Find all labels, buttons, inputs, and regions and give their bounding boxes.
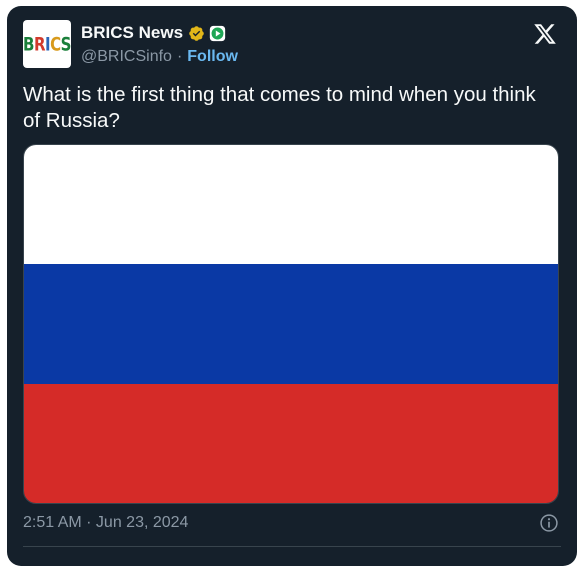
verified-badge-icon[interactable]: [188, 25, 205, 42]
flag-stripe-red: [24, 383, 558, 503]
avatar[interactable]: BRICS: [23, 20, 71, 68]
display-name-row: BRICS News: [81, 22, 238, 44]
tweet-media-russia-flag[interactable]: [23, 144, 559, 504]
info-icon[interactable]: [539, 513, 559, 533]
affiliate-badge-icon[interactable]: [209, 25, 226, 42]
tweet-header: BRICS BRICS News @BRICSinfo · Follow: [23, 20, 563, 70]
tweet-timestamp[interactable]: 2:51 AM · Jun 23, 2024: [23, 512, 188, 534]
separator: ·: [176, 48, 183, 65]
handle-row: @BRICSinfo · Follow: [81, 46, 238, 68]
divider: [23, 546, 561, 547]
x-logo-icon[interactable]: [533, 22, 557, 46]
display-name[interactable]: BRICS News: [81, 23, 183, 43]
flag-stripe-blue: [24, 264, 558, 384]
flag-stripe-white: [24, 145, 558, 265]
author-names: BRICS News @BRICSinfo · Follow: [81, 22, 238, 68]
handle[interactable]: @BRICSinfo: [81, 48, 172, 66]
avatar-logo: BRICS: [23, 32, 71, 56]
tweet-card: BRICS BRICS News @BRICSinfo · Follow Wha…: [7, 6, 577, 566]
tweet-text: What is the first thing that comes to mi…: [23, 83, 536, 132]
follow-button[interactable]: Follow: [187, 48, 238, 66]
